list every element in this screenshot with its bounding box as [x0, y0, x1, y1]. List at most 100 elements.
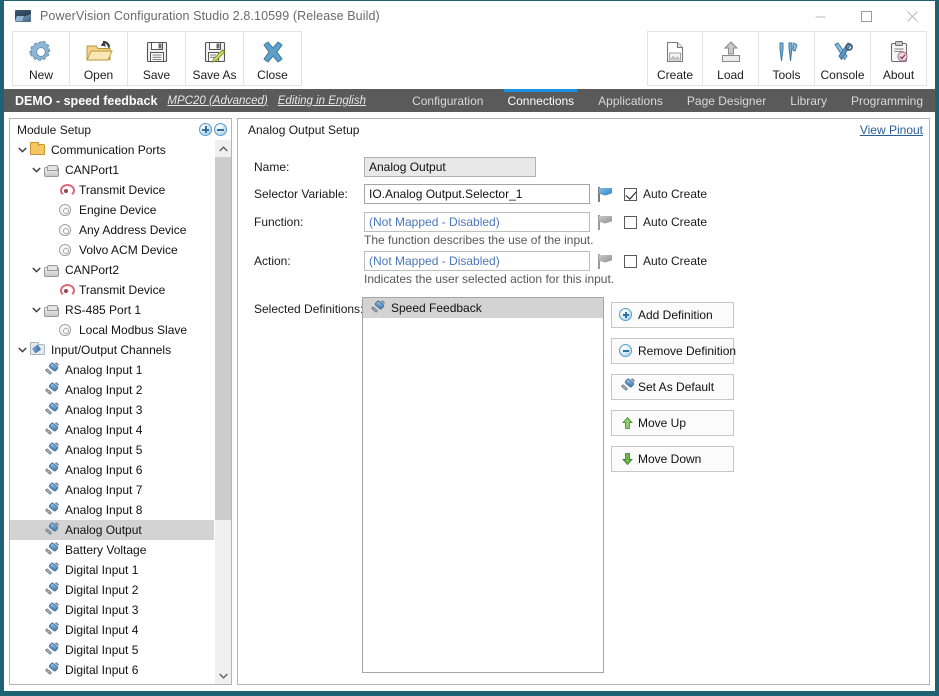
function-label: Function: — [254, 215, 304, 229]
tree-scrollbar-thumb[interactable] — [215, 157, 231, 520]
tree-item-analog-input-8[interactable]: Analog Input 8 — [10, 500, 214, 520]
tree-item-digital-input-3[interactable]: Digital Input 3 — [10, 600, 214, 620]
maximize-button[interactable] — [843, 1, 889, 31]
chevron-down-icon[interactable] — [30, 160, 43, 180]
tree-item-input-output-channels[interactable]: Input/Output Channels — [10, 340, 214, 360]
tab-connections[interactable]: Connections — [495, 89, 586, 112]
tree-item-local-modbus-slave[interactable]: Local Modbus Slave — [10, 320, 214, 340]
tree-item-analog-input-7[interactable]: Analog Input 7 — [10, 480, 214, 500]
port-icon — [43, 302, 61, 318]
remove-definition-button[interactable]: Remove Definition — [611, 338, 737, 364]
tree-item-canport1[interactable]: CANPort1 — [10, 160, 214, 180]
tree-item-analog-input-3[interactable]: Analog Input 3 — [10, 400, 214, 420]
chevron-down-icon[interactable] — [16, 140, 29, 160]
tree-twisty-spacer — [30, 360, 43, 380]
tree-item-volvo-acm-device[interactable]: Volvo ACM Device — [10, 240, 214, 260]
editing-language-link[interactable]: Editing in English — [278, 95, 366, 107]
add-definition-button[interactable]: Add Definition — [611, 302, 734, 328]
tree-item-analog-input-4[interactable]: Analog Input 4 — [10, 420, 214, 440]
function-flag-icon[interactable] — [597, 214, 614, 230]
tree-item-label: Volvo ACM Device — [79, 243, 178, 257]
view-pinout-link[interactable]: View Pinout — [860, 123, 923, 137]
tree-item-transmit-device[interactable]: Transmit Device — [10, 180, 214, 200]
new-button-label: New — [28, 68, 53, 82]
tab-applications[interactable]: Applications — [586, 89, 675, 112]
tools-button[interactable]: Tools — [759, 31, 815, 86]
window-controls — [797, 1, 935, 31]
tree-item-communication-ports[interactable]: Communication Ports — [10, 140, 214, 160]
gear-icon — [28, 37, 54, 67]
name-field: Analog Output — [364, 157, 536, 177]
load-button-label: Load — [717, 68, 744, 82]
tree-item-analog-output[interactable]: Analog Output — [10, 520, 214, 540]
definition-list-item[interactable]: Speed Feedback — [363, 298, 603, 318]
tree-item-any-address-device[interactable]: Any Address Device — [10, 220, 214, 240]
arrow-up-icon — [618, 415, 636, 431]
about-button[interactable]: About — [871, 31, 927, 86]
collapse-all-icon[interactable] — [214, 123, 227, 136]
tree-item-digital-input-2[interactable]: Digital Input 2 — [10, 580, 214, 600]
gear-icon — [57, 202, 75, 218]
new-button[interactable]: New — [12, 31, 70, 86]
plug-icon — [43, 521, 61, 538]
tree-item-battery-voltage[interactable]: Battery Voltage — [10, 540, 214, 560]
tree-scrollbar[interactable] — [214, 140, 231, 684]
tree-item-label: Digital Input 2 — [65, 583, 139, 597]
minimize-button[interactable] — [797, 1, 843, 31]
tree-item-digital-input-1[interactable]: Digital Input 1 — [10, 560, 214, 580]
tree-twisty-spacer — [30, 620, 43, 640]
selected-definitions-list[interactable]: Speed Feedback — [362, 297, 604, 673]
action-auto-create-checkbox[interactable] — [624, 254, 637, 268]
close-button[interactable] — [889, 1, 935, 31]
tree-twisty-spacer — [30, 500, 43, 520]
tree-item-analog-input-6[interactable]: Analog Input 6 — [10, 460, 214, 480]
chevron-down-icon[interactable] — [16, 340, 29, 360]
tree-item-canport2[interactable]: CANPort2 — [10, 260, 214, 280]
save-button[interactable]: Save — [128, 31, 186, 86]
chevron-down-icon[interactable] — [30, 260, 43, 280]
move-down-button[interactable]: Move Down — [611, 446, 734, 472]
console-button[interactable]: Console — [815, 31, 871, 86]
plug-icon — [43, 401, 61, 418]
open-button[interactable]: Open — [70, 31, 128, 86]
set-as-default-button[interactable]: Set As Default — [611, 374, 734, 400]
move-up-button[interactable]: Move Up — [611, 410, 734, 436]
function-input[interactable]: (Not Mapped - Disabled) — [364, 212, 590, 232]
load-button[interactable]: Load — [703, 31, 759, 86]
tree-item-analog-input-5[interactable]: Analog Input 5 — [10, 440, 214, 460]
tab-library[interactable]: Library — [778, 89, 839, 112]
console-button-label: Console — [820, 68, 865, 82]
function-auto-create-checkbox[interactable] — [624, 215, 637, 229]
selector-variable-row: Selector Variable: IO.Analog Output.Sele… — [254, 184, 707, 204]
tree-item-analog-input-2[interactable]: Analog Input 2 — [10, 380, 214, 400]
main-toolbar: New Open Save Save As Close Create Load … — [4, 31, 935, 89]
expand-all-icon[interactable] — [199, 123, 212, 136]
tab-configuration[interactable]: Configuration — [400, 89, 495, 112]
chevron-down-icon[interactable] — [30, 300, 43, 320]
selector-variable-input[interactable]: IO.Analog Output.Selector_1 — [364, 184, 590, 204]
scroll-down-icon[interactable] — [215, 667, 231, 684]
save-as-button[interactable]: Save As — [186, 31, 244, 86]
close-file-button[interactable]: Close — [244, 31, 302, 86]
tree-item-rs-485-port-1[interactable]: RS-485 Port 1 — [10, 300, 214, 320]
arrow-down-icon — [618, 451, 636, 467]
tree-item-transmit-device[interactable]: Transmit Device — [10, 280, 214, 300]
definition-button-label: Remove Definition — [638, 344, 737, 358]
scroll-up-icon[interactable] — [215, 140, 231, 157]
tree-item-digital-input-4[interactable]: Digital Input 4 — [10, 620, 214, 640]
wrench-cross-icon — [831, 37, 855, 67]
tree-item-digital-input-6[interactable]: Digital Input 6 — [10, 660, 214, 680]
tab-programming[interactable]: Programming — [839, 89, 935, 112]
selector-auto-create-checkbox[interactable] — [624, 187, 637, 201]
tree-item-digital-input-5[interactable]: Digital Input 5 — [10, 640, 214, 660]
create-button[interactable]: Create — [647, 31, 703, 86]
tree-item-engine-device[interactable]: Engine Device — [10, 200, 214, 220]
tab-page-designer[interactable]: Page Designer — [675, 89, 778, 112]
toolbar-right-group: Create Load Tools Console About — [647, 31, 927, 86]
definition-button-label: Add Definition — [638, 308, 713, 322]
selector-flag-icon[interactable] — [597, 186, 614, 202]
action-input[interactable]: (Not Mapped - Disabled) — [364, 251, 590, 271]
tree-item-analog-input-1[interactable]: Analog Input 1 — [10, 360, 214, 380]
action-flag-icon[interactable] — [597, 253, 614, 269]
device-model-link[interactable]: MPC20 (Advanced) — [167, 95, 267, 107]
